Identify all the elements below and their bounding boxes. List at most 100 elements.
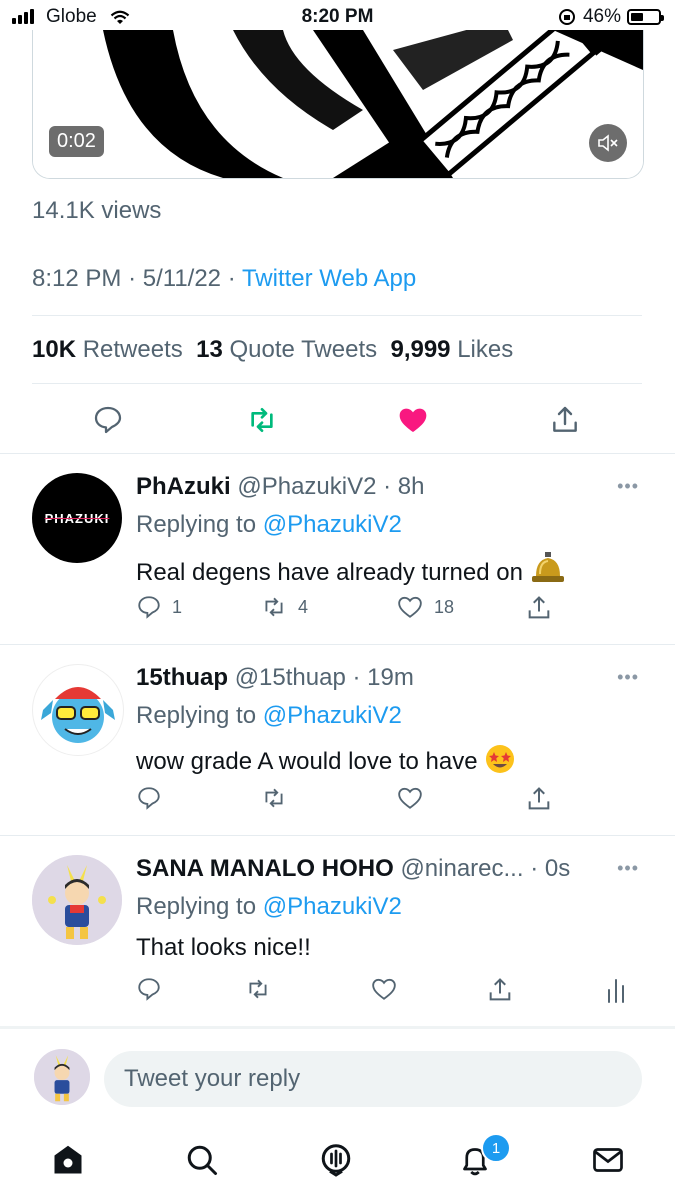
search-icon	[187, 1145, 217, 1175]
reply-tweet[interactable]: 15thuap @15thuap · 19m ••• Replying to @…	[0, 645, 675, 835]
mute-button[interactable]	[589, 124, 627, 162]
like-action[interactable]	[396, 785, 424, 811]
reply-header: PhAzuki @PhazukiV2 · 8h	[136, 473, 425, 501]
heart-filled-icon	[399, 408, 427, 432]
meta-separator: ·	[128, 265, 137, 292]
divider	[32, 383, 642, 384]
reply-icon	[94, 406, 122, 434]
avatar-image	[34, 1049, 90, 1105]
avatar[interactable]: PHAZUKI	[32, 473, 122, 563]
home-icon	[54, 1145, 82, 1174]
replying-to-link[interactable]: @PhazukiV2	[263, 511, 402, 538]
like-button[interactable]	[393, 400, 433, 440]
reply-icon	[138, 596, 160, 619]
reply-input-placeholder: Tweet your reply	[124, 1065, 301, 1092]
tab-home[interactable]	[48, 1140, 88, 1180]
notification-badge: 1	[481, 1133, 511, 1163]
retweet-action[interactable]	[244, 976, 272, 1002]
reply-text: wow grade A would love to have	[136, 748, 478, 775]
status-bar: Globe 8:20 PM 46%	[0, 0, 675, 34]
reply-text-line: wow grade A would love to have	[136, 743, 516, 776]
retweet-action[interactable]	[260, 785, 288, 811]
compose-avatar	[34, 1049, 90, 1105]
reply-text: That looks nice!!	[136, 934, 311, 961]
display-name[interactable]: PhAzuki	[136, 473, 231, 500]
tab-spaces[interactable]	[316, 1140, 356, 1180]
likes-stat[interactable]: 9,999 Likes	[390, 336, 513, 363]
share-action[interactable]	[486, 976, 514, 1004]
replying-to-line: Replying to @PhazukiV2	[136, 702, 402, 729]
handle[interactable]: @15thuap	[235, 664, 346, 691]
share-icon	[528, 787, 550, 810]
handle[interactable]: @PhazukiV2	[237, 473, 376, 500]
reply-text: Real degens have already turned on	[136, 559, 523, 586]
retweet-icon	[249, 979, 267, 999]
display-name[interactable]: SANA MANALO HOHO	[136, 855, 394, 882]
tab-search[interactable]	[182, 1140, 222, 1180]
like-count: 18	[434, 596, 455, 617]
reply-action[interactable]	[136, 785, 162, 811]
tweet-time: 8:12 PM	[32, 265, 122, 292]
like-action[interactable]	[370, 976, 398, 1002]
replying-to-link[interactable]: @PhazukiV2	[263, 893, 402, 920]
avatar-image	[32, 855, 122, 945]
retweet-count: 4	[298, 596, 309, 617]
retweet-icon	[265, 788, 283, 808]
replying-to-line: Replying to @PhazukiV2	[136, 511, 402, 538]
tweet-source-link[interactable]: Twitter Web App	[242, 265, 416, 292]
divider	[0, 1026, 675, 1029]
share-button[interactable]	[545, 400, 585, 440]
orientation-lock-icon	[558, 9, 575, 25]
reply-action[interactable]	[136, 976, 162, 1002]
video-thumbnail[interactable]: 0:02	[32, 30, 644, 179]
replying-to-line: Replying to @PhazukiV2	[136, 893, 402, 920]
retweet-icon	[251, 408, 273, 432]
video-artwork	[33, 30, 643, 178]
avatar[interactable]	[32, 664, 124, 756]
divider	[32, 315, 642, 316]
reply-action[interactable]: 1	[136, 594, 182, 620]
reply-button[interactable]	[88, 400, 128, 440]
retweet-icon	[265, 597, 283, 617]
handle[interactable]: @ninarec...	[400, 855, 523, 882]
share-action[interactable]	[525, 785, 553, 813]
share-action[interactable]	[525, 594, 553, 622]
tab-messages[interactable]	[588, 1140, 628, 1180]
engagement-stats: 10K Retweets 13 Quote Tweets 9,999 Likes	[32, 336, 513, 364]
replying-to-link[interactable]: @PhazukiV2	[263, 702, 402, 729]
like-action[interactable]: 18	[396, 594, 454, 620]
more-options-icon[interactable]: •••	[617, 476, 639, 497]
reply-icon	[138, 978, 160, 1001]
avatar-logo-text: PHAZUKI	[44, 510, 110, 526]
mail-icon	[593, 1148, 623, 1172]
reply-time: · 8h	[383, 473, 425, 500]
battery-percent: 46%	[582, 6, 621, 27]
battery-icon	[627, 9, 664, 25]
heart-icon	[372, 978, 396, 1000]
more-options-icon[interactable]: •••	[617, 858, 639, 879]
avatar-image	[41, 687, 115, 743]
reply-icon	[138, 787, 160, 810]
retweet-button[interactable]	[242, 400, 282, 440]
reply-text-line: That looks nice!!	[136, 934, 311, 962]
more-options-icon[interactable]: •••	[617, 667, 639, 688]
share-icon	[489, 978, 511, 1001]
retweets-stat[interactable]: 10K Retweets	[32, 336, 183, 363]
view-count: 14.1K views	[32, 197, 162, 224]
reply-count: 1	[172, 596, 183, 617]
heart-icon	[398, 787, 422, 809]
video-duration-badge: 0:02	[49, 126, 104, 157]
reply-tweet[interactable]: SANA MANALO HOHO @ninarec... · 0s ••• Re…	[0, 836, 675, 1026]
reply-text-line: Real degens have already turned on	[136, 552, 566, 587]
display-name[interactable]: 15thuap	[136, 664, 228, 691]
reply-header: SANA MANALO HOHO @ninarec... · 0s	[136, 855, 570, 883]
analytics-action[interactable]	[604, 976, 628, 1004]
retweet-action[interactable]: 4	[260, 594, 308, 620]
avatar[interactable]	[32, 855, 122, 945]
quote-tweets-stat[interactable]: 13 Quote Tweets	[196, 336, 377, 363]
bell-icon	[531, 552, 564, 582]
tweet-date: 5/11/22	[142, 265, 222, 292]
meta-separator-2: ·	[227, 265, 236, 292]
reply-input[interactable]: Tweet your reply	[104, 1051, 642, 1107]
reply-tweet[interactable]: PHAZUKI PhAzuki @PhazukiV2 · 8h ••• Repl…	[0, 454, 675, 644]
